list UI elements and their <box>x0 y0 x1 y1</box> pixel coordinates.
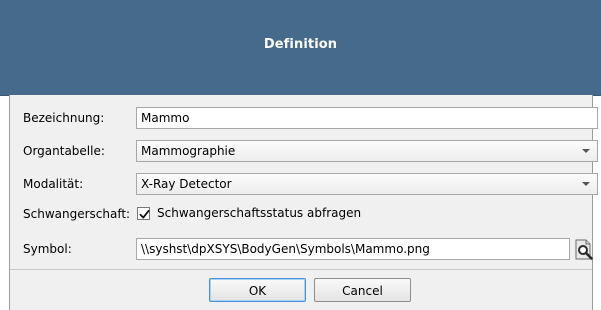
dialog-title: Definition <box>263 37 338 52</box>
bezeichnung-label: Bezeichnung: <box>23 111 105 125</box>
footer-divider <box>10 269 592 270</box>
chevron-down-icon <box>582 149 590 153</box>
schwangerschaft-checkbox-label[interactable]: Schwangerschaftsstatus abfragen <box>157 206 361 220</box>
ok-button[interactable]: OK <box>209 278 306 302</box>
organtabelle-selected-value: Mammographie <box>141 144 236 158</box>
symbol-path-input[interactable]: \\syshst\dpXSYS\BodyGen\Symbols\Mammo.pn… <box>136 238 570 260</box>
cancel-button[interactable]: Cancel <box>314 278 411 302</box>
schwangerschaft-label: Schwangerschaft: <box>23 207 131 221</box>
modalitaet-select[interactable]: X-Ray Detector <box>136 173 598 195</box>
checkmark-icon <box>139 209 150 219</box>
organtabelle-label: Organtabelle: <box>23 144 105 158</box>
definition-dialog: Definition Bezeichnung: Mammo Organtabel… <box>0 0 601 310</box>
organtabelle-select[interactable]: Mammographie <box>136 140 598 162</box>
title-bar: Definition <box>0 0 601 95</box>
modalitaet-label: Modalität: <box>23 177 84 191</box>
chevron-down-icon <box>582 182 590 186</box>
schwangerschaft-checkbox[interactable] <box>137 207 150 220</box>
bezeichnung-input[interactable]: Mammo <box>136 107 598 129</box>
modalitaet-selected-value: X-Ray Detector <box>141 177 232 191</box>
search-file-icon[interactable] <box>575 239 594 261</box>
dialog-body: Bezeichnung: Mammo Organtabelle: Mammogr… <box>9 95 598 310</box>
symbol-label: Symbol: <box>23 242 72 256</box>
